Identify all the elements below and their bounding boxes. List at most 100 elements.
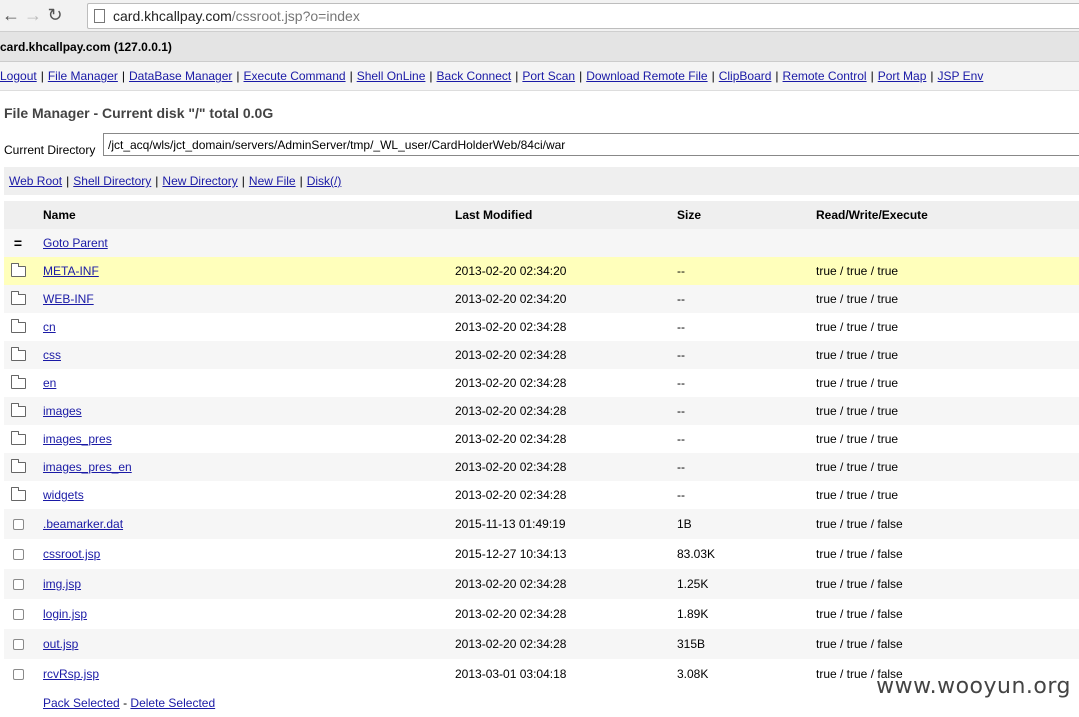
entry-name-link[interactable]: images_pres: [43, 432, 112, 446]
row-icon-cell: [10, 518, 26, 530]
delete-selected-link[interactable]: Delete Selected: [130, 696, 215, 710]
entry-size: --: [677, 348, 685, 362]
select-checkbox[interactable]: [12, 518, 24, 530]
quick-link-disk[interactable]: Disk(/): [307, 174, 342, 188]
goto-parent-link[interactable]: Goto Parent: [43, 236, 108, 250]
link-separator: |: [241, 174, 245, 188]
quick-link-shell-directory[interactable]: Shell Directory: [73, 174, 151, 188]
menu-separator: |: [711, 69, 715, 83]
entry-name-link[interactable]: css: [43, 348, 61, 362]
reload-icon[interactable]: ↻: [44, 5, 66, 27]
entry-rwx: true / true / true: [816, 460, 899, 474]
entry-name-link[interactable]: images_pres_en: [43, 460, 132, 474]
entry-rwx: true / true / false: [816, 607, 903, 621]
folder-row: images_pres 2013-02-20 02:34:28 -- true / t…: [4, 425, 1079, 453]
entry-name-link[interactable]: img.jsp: [43, 577, 81, 591]
entry-name-link[interactable]: rcvRsp.jsp: [43, 667, 99, 681]
back-arrow-icon[interactable]: ←: [0, 5, 22, 27]
entry-modified: 2013-02-20 02:34:28: [455, 348, 567, 362]
entry-modified: 2013-02-20 02:34:28: [455, 607, 567, 621]
entry-name-link[interactable]: images: [43, 404, 82, 418]
link-separator: |: [155, 174, 159, 188]
entry-size: 1.25K: [677, 577, 709, 591]
entry-modified: 2013-02-20 02:34:28: [455, 488, 567, 502]
entry-rwx: true / true / true: [816, 376, 899, 390]
select-checkbox[interactable]: [12, 578, 24, 590]
entry-name-link[interactable]: en: [43, 376, 56, 390]
entry-name-link[interactable]: WEB-INF: [43, 292, 94, 306]
menu-item-port-scan[interactable]: Port Scan: [522, 69, 575, 83]
quick-link-new-file[interactable]: New File: [249, 174, 296, 188]
entry-size: 1.89K: [677, 607, 709, 621]
menu-item-download-remote-file[interactable]: Download Remote File: [586, 69, 707, 83]
entry-name-link[interactable]: cn: [43, 320, 56, 334]
entry-rwx: true / true / true: [816, 264, 899, 278]
folder-row: META-INF 2013-02-20 02:34:20 -- true / true…: [4, 257, 1079, 285]
folder-row: WEB-INF 2013-02-20 02:34:20 -- true / true …: [4, 285, 1079, 313]
entry-name-link[interactable]: cssroot.jsp: [43, 547, 100, 561]
menu-item-back-connect[interactable]: Back Connect: [437, 69, 512, 83]
entry-rwx: true / true / false: [816, 577, 903, 591]
entry-name-link[interactable]: META-INF: [43, 264, 99, 278]
row-icon-cell: [10, 548, 26, 560]
entry-size: --: [677, 292, 685, 306]
entry-name-link[interactable]: .beamarker.dat: [43, 517, 123, 531]
footer-separator: -: [123, 696, 128, 710]
menu-separator: |: [775, 69, 779, 83]
entry-modified: 2013-02-20 02:34:28: [455, 376, 567, 390]
quick-link-web-root[interactable]: Web Root: [9, 174, 62, 188]
entry-name-link[interactable]: widgets: [43, 488, 84, 502]
menu-item-clipboard[interactable]: ClipBoard: [719, 69, 772, 83]
folder-row: en 2013-02-20 02:34:28 -- true / true / tru…: [4, 369, 1079, 397]
entry-modified: 2013-02-20 02:34:28: [455, 432, 567, 446]
entry-name-link[interactable]: login.jsp: [43, 607, 87, 621]
folder-row: images_pres_en 2013-02-20 02:34:28 -- true …: [4, 453, 1079, 481]
quick-link-new-directory[interactable]: New Directory: [162, 174, 237, 188]
menu-item-port-map[interactable]: Port Map: [878, 69, 927, 83]
url-path: /cssroot.jsp?o=index: [231, 8, 360, 24]
entry-rwx: true / true / true: [816, 488, 899, 502]
entry-size: 83.03K: [677, 547, 716, 561]
select-checkbox[interactable]: [12, 608, 24, 620]
entry-modified: 2013-02-20 02:34:28: [455, 577, 567, 591]
row-icon-cell: [10, 668, 26, 680]
entry-size: --: [677, 432, 685, 446]
menu-item-remote-control[interactable]: Remote Control: [783, 69, 867, 83]
header-rwx: Read/Write/Execute: [816, 208, 928, 222]
current-directory-input[interactable]: [103, 133, 1079, 156]
pack-selected-link[interactable]: Pack Selected: [43, 696, 120, 710]
entry-name-link[interactable]: out.jsp: [43, 637, 78, 651]
folder-icon: [10, 346, 26, 361]
menu-item-database-manager[interactable]: DataBase Manager: [129, 69, 232, 83]
folder-icon: [10, 430, 26, 445]
entry-modified: 2015-11-13 01:49:19: [455, 517, 566, 531]
menu-separator: |: [930, 69, 934, 83]
entry-size: 1B: [677, 517, 692, 531]
entry-modified: 2013-02-20 02:34:28: [455, 320, 567, 334]
select-checkbox[interactable]: [12, 668, 24, 680]
header-size: Size: [677, 208, 702, 222]
menu-item-file-manager[interactable]: File Manager: [48, 69, 118, 83]
entry-size: --: [677, 376, 685, 390]
forward-arrow-icon[interactable]: →: [22, 5, 44, 27]
header-name: Name: [43, 208, 76, 222]
header-last-modified: Last Modified: [455, 208, 533, 222]
file-row: login.jsp 2013-02-20 02:34:28 1.89K true / …: [4, 599, 1079, 629]
row-icon-cell: [10, 262, 26, 277]
link-separator: |: [66, 174, 70, 188]
select-checkbox[interactable]: [12, 548, 24, 560]
menu-item-jsp-env[interactable]: JSP Env: [938, 69, 984, 83]
entry-modified: 2013-02-20 02:34:20: [455, 264, 567, 278]
host-label: card.khcallpay.com (127.0.0.1): [0, 32, 1079, 62]
entry-size: --: [677, 488, 685, 502]
menu-item-logout[interactable]: Logout: [0, 69, 37, 83]
folder-icon: [10, 486, 26, 501]
menu-item-shell-online[interactable]: Shell OnLine: [357, 69, 426, 83]
select-checkbox[interactable]: [12, 638, 24, 650]
address-bar[interactable]: card.khcallpay.com/cssroot.jsp?o=index: [87, 3, 1079, 29]
menu-separator: |: [121, 69, 125, 83]
page-icon: [94, 9, 105, 23]
entry-rwx: true / true / true: [816, 348, 899, 362]
file-row: cssroot.jsp 2015-12-27 10:34:13 83.03K true…: [4, 539, 1079, 569]
menu-item-execute-command[interactable]: Execute Command: [244, 69, 346, 83]
